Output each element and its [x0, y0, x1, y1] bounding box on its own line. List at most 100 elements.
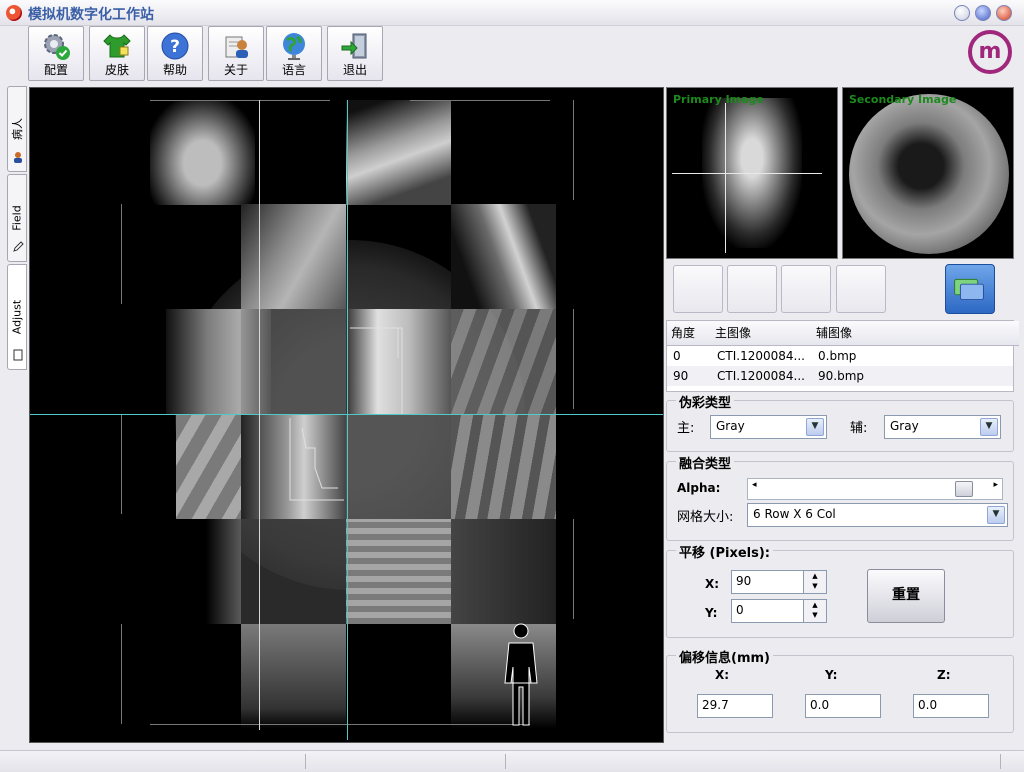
translate-group: 平移 (Pixels): X: 90 ▲ ▼ Y: 0 ▲ ▼ 重置 — [666, 542, 1014, 638]
config-button[interactable]: 配置 — [28, 26, 84, 81]
about-user-icon — [225, 36, 248, 58]
ruler — [150, 100, 330, 107]
language-button[interactable]: 语言 — [266, 26, 322, 81]
translate-x-input[interactable]: 90 — [731, 570, 809, 594]
ruler — [573, 100, 578, 200]
secondary-image-thumbnail[interactable]: Secondary Image — [842, 87, 1014, 259]
skin-button-label: 皮肤 — [104, 63, 129, 77]
help-icon: ? — [161, 32, 189, 60]
grid-size-label: 网格大小: — [677, 510, 734, 525]
table-cell[interactable]: 90 — [667, 366, 717, 386]
tab-field-label: Field — [10, 205, 24, 231]
secondary-color-value: Gray — [890, 419, 919, 433]
pencil-icon — [13, 241, 24, 252]
translate-x-label: X: — [705, 577, 720, 591]
translate-x-spinner[interactable]: ▲ ▼ — [803, 570, 827, 594]
tool-slot-button[interactable] — [673, 265, 723, 313]
svg-text:?: ? — [170, 37, 180, 57]
layers-toggle-button[interactable] — [945, 264, 995, 314]
table-cell[interactable]: 90.bmp — [812, 366, 1018, 386]
primary-crosshair-horizontal — [672, 173, 822, 174]
tool-slot-button[interactable] — [727, 265, 777, 313]
globe-icon — [283, 33, 305, 60]
chevron-down-icon[interactable]: ▼ — [980, 418, 998, 436]
help-button[interactable]: ? 帮助 — [147, 26, 203, 81]
offset-x-field[interactable]: 29.7 — [697, 694, 773, 718]
pseudocolor-group: 伪彩类型 主: Gray ▼ 辅: Gray ▼ — [666, 392, 1014, 452]
body-orientation-icon — [504, 623, 538, 726]
reset-button[interactable]: 重置 — [867, 569, 945, 623]
ruler — [121, 624, 126, 724]
alpha-slider[interactable]: ◂ ▸ — [747, 478, 1003, 500]
window-title: 模拟机数字化工作站 — [28, 7, 154, 23]
primary-color-value: Gray — [716, 419, 745, 433]
config-button-label: 配置 — [43, 63, 68, 77]
grid-size-select[interactable]: 6 Row X 6 Col ▼ — [747, 503, 1008, 527]
status-separator — [305, 754, 306, 769]
primary-crosshair-vertical — [725, 103, 726, 253]
status-separator — [505, 754, 506, 769]
tab-patient[interactable]: 病人 — [7, 86, 27, 172]
person-icon — [14, 152, 22, 163]
table-cell[interactable]: CTI.1200084... — [711, 366, 817, 386]
offset-z-label: Z: — [937, 668, 951, 682]
language-button-label: 语言 — [281, 63, 306, 77]
primary-color-select[interactable]: Gray ▼ — [710, 415, 827, 439]
offset-title: 偏移信息(mm) — [676, 647, 773, 666]
close-button[interactable] — [996, 5, 1012, 21]
chevron-down-icon[interactable]: ▼ — [987, 506, 1005, 524]
spin-up-icon[interactable]: ▲ — [804, 600, 826, 610]
exit-button[interactable]: 退出 — [327, 26, 383, 81]
translate-title: 平移 (Pixels): — [676, 542, 773, 561]
translate-y-input[interactable]: 0 — [731, 599, 809, 623]
spin-down-icon[interactable]: ▼ — [804, 581, 826, 591]
primary-image-caption: Primary Image — [673, 93, 764, 106]
alpha-slider-thumb[interactable] — [955, 481, 974, 497]
help-button-label: 帮助 — [162, 63, 187, 77]
translate-y-label: Y: — [705, 606, 718, 620]
secondary-image-caption: Secondary Image — [849, 93, 957, 106]
exit-button-label: 退出 — [342, 63, 367, 77]
primary-color-label: 主: — [677, 421, 695, 436]
offset-group: 偏移信息(mm) X: Y: Z: 29.7 0.0 0.0 — [666, 647, 1014, 733]
tab-adjust-label: Adjust — [10, 299, 24, 335]
offset-z-field[interactable]: 0.0 — [913, 694, 989, 718]
status-separator — [1000, 754, 1001, 769]
table-cell[interactable]: 0.bmp — [812, 346, 1018, 366]
shirt-icon — [103, 34, 131, 58]
column-header-angle[interactable]: 角度 — [667, 321, 716, 346]
spin-up-icon[interactable]: ▲ — [804, 571, 826, 581]
tab-patient-label: 病人 — [11, 118, 24, 140]
vertical-crosshair[interactable] — [347, 100, 348, 740]
column-header-primary[interactable]: 主图像 — [711, 321, 817, 346]
ruler — [121, 414, 126, 514]
about-button[interactable]: 关于 — [208, 26, 264, 81]
slider-left-arrow[interactable]: ◂ — [752, 480, 757, 490]
secondary-color-select[interactable]: Gray ▼ — [884, 415, 1001, 439]
tool-slot-button[interactable] — [836, 265, 886, 313]
minimize-button[interactable] — [954, 5, 970, 21]
tab-adjust[interactable]: Adjust — [7, 264, 27, 370]
offset-x-label: X: — [715, 668, 730, 682]
maximize-button[interactable] — [975, 5, 991, 21]
spin-down-icon[interactable]: ▼ — [804, 610, 826, 620]
offset-y-field[interactable]: 0.0 — [805, 694, 881, 718]
primary-image-thumbnail[interactable]: Primary Image — [666, 87, 838, 259]
table-cell[interactable]: 0 — [667, 346, 717, 366]
tab-field[interactable]: Field — [7, 174, 27, 262]
tool-slot-button[interactable] — [781, 265, 831, 313]
chevron-down-icon[interactable]: ▼ — [806, 418, 824, 436]
status-bar — [0, 750, 1024, 772]
fusion-image-viewer[interactable] — [29, 87, 664, 743]
ruler — [410, 100, 550, 107]
slider-right-arrow[interactable]: ▸ — [993, 480, 998, 490]
table-cell[interactable]: CTI.1200084... — [711, 346, 817, 366]
skin-button[interactable]: 皮肤 — [89, 26, 145, 81]
brand-logo: m — [968, 30, 1012, 74]
fusion-title: 融合类型 — [676, 453, 735, 472]
layers-icon — [954, 278, 984, 301]
column-header-secondary[interactable]: 辅图像 — [812, 321, 1019, 346]
exit-door-icon — [341, 33, 367, 59]
translate-y-spinner[interactable]: ▲ ▼ — [803, 599, 827, 623]
image-angle-table[interactable]: 角度 主图像 辅图像 0 CTI.1200084... 0.bmp 90 CTI… — [666, 320, 1019, 392]
